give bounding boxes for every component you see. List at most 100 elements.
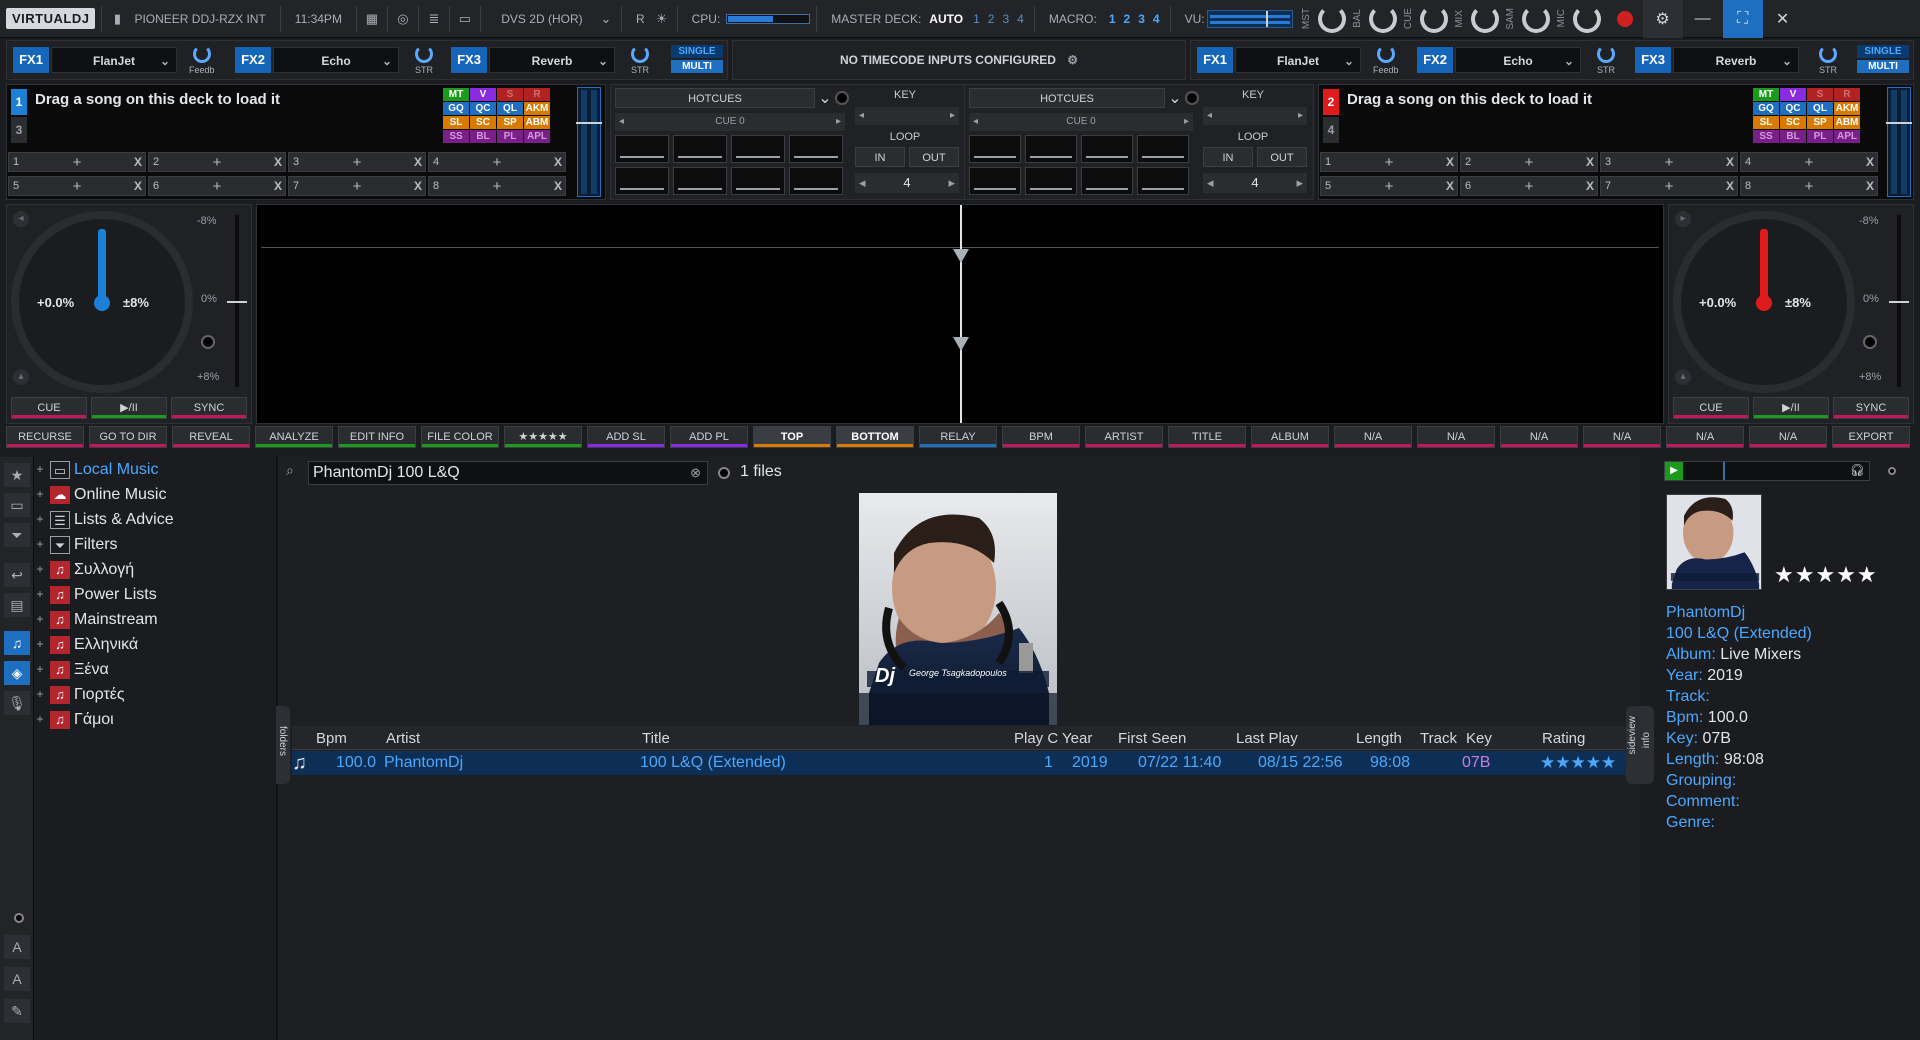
fx2-label-left[interactable]: FX2 <box>235 47 271 73</box>
expand-icon[interactable]: + <box>34 507 46 532</box>
fx2-knob-left[interactable] <box>415 45 433 63</box>
key-grid-cell[interactable]: S <box>497 88 523 101</box>
fx-single-right[interactable]: SINGLE <box>1857 45 1909 58</box>
font-size-up-icon[interactable]: A <box>4 935 30 959</box>
hotcue-pad[interactable]: 3 + X <box>288 152 426 172</box>
key-grid-cell[interactable]: SS <box>1753 130 1779 143</box>
deck1-cue-button[interactable]: CUE <box>11 397 87 419</box>
toolbar-button[interactable]: EXPORT <box>1832 426 1910 448</box>
hotcue-slot[interactable] <box>731 167 785 195</box>
loop-in-right[interactable]: IN <box>1203 147 1253 167</box>
col-length[interactable]: Length <box>1356 728 1402 750</box>
sampler-knob[interactable] <box>1521 4 1550 33</box>
key-grid-cell[interactable]: SC <box>1780 116 1806 129</box>
fx1-knob-left[interactable] <box>193 45 211 63</box>
close-icon[interactable]: ✕ <box>1763 0 1803 38</box>
toolbar-button[interactable]: BOTTOM <box>836 426 914 448</box>
fx3-label-right[interactable]: FX3 <box>1635 47 1671 73</box>
minimize-icon[interactable]: — <box>1683 0 1723 38</box>
hotcue-pad[interactable]: 2 + X <box>148 152 286 172</box>
timecode-gear-icon[interactable]: ⚙ <box>1067 53 1078 67</box>
tree-item[interactable]: + ♫ Γάμοι <box>34 707 278 732</box>
key-grid-cell[interactable]: SS <box>443 130 469 143</box>
font-size-down-icon[interactable]: A <box>4 967 30 991</box>
folders-tab[interactable]: folders <box>276 706 290 784</box>
key-grid-cell[interactable]: QL <box>1807 102 1833 115</box>
col-year[interactable]: Year <box>1062 728 1092 750</box>
fx-multi-right[interactable]: MULTI <box>1857 60 1909 73</box>
clear-search-icon[interactable]: ⊗ <box>690 465 701 481</box>
key-grid-cell[interactable]: S <box>1807 88 1833 101</box>
clear-pad-icon[interactable]: X <box>1863 155 1877 169</box>
hotcue-slot[interactable] <box>673 167 727 195</box>
hotcue-slot[interactable] <box>1025 135 1077 163</box>
hotcue-pad[interactable]: 1 + X <box>8 152 146 172</box>
clear-pad-icon[interactable]: X <box>551 179 565 193</box>
deck1-play-button[interactable]: ▶/II <box>91 397 167 419</box>
maximize-icon[interactable]: ⛶ <box>1722 0 1763 38</box>
hotcue-slot[interactable] <box>1081 167 1133 195</box>
record-icon[interactable] <box>1616 10 1633 27</box>
clear-pad-icon[interactable]: X <box>271 155 285 169</box>
hotcue-pad[interactable]: 7 + X <box>288 176 426 196</box>
hotcue-slot[interactable] <box>1137 135 1189 163</box>
key-grid-cell[interactable]: SC <box>470 116 496 129</box>
toolbar-button[interactable]: ★★★★★ <box>504 426 582 448</box>
fx1-select-right[interactable]: FlanJet ⌄ <box>1235 47 1361 73</box>
loop-out-right[interactable]: OUT <box>1257 147 1307 167</box>
toolbar-button[interactable]: ANALYZE <box>255 426 333 448</box>
tag-icon[interactable]: ◈ <box>4 661 30 685</box>
key-adjust-right[interactable]: ◂ ▸ <box>1203 107 1307 125</box>
col-artist[interactable]: Artist <box>386 728 420 750</box>
toolbar-button[interactable]: N/A <box>1334 426 1412 448</box>
key-grid-cell[interactable]: PL <box>497 130 523 143</box>
expand-icon[interactable]: + <box>34 457 46 482</box>
key-grid-cell[interactable]: GQ <box>443 102 469 115</box>
toolbar-button[interactable]: N/A <box>1749 426 1827 448</box>
key-grid-cell[interactable]: V <box>470 88 496 101</box>
key-grid-cell[interactable]: ABM <box>1834 116 1860 129</box>
layout-select[interactable]: DVS 2D (HOR) <box>487 12 597 26</box>
key-grid-cell[interactable]: BL <box>470 130 496 143</box>
left-dot[interactable] <box>14 913 24 923</box>
deck1-pitch-range[interactable]: ±8% <box>123 295 149 310</box>
master-deck-auto[interactable]: AUTO <box>923 12 969 26</box>
key-grid-cell[interactable]: AKM <box>524 102 550 115</box>
chevron-down-icon[interactable]: ⌄ <box>815 88 835 108</box>
deck1-number[interactable]: 1 <box>11 89 27 115</box>
hotcue-pad[interactable]: 8 + X <box>1740 176 1878 196</box>
hotcue-pad[interactable]: 1 + X <box>1320 152 1458 172</box>
clear-pad-icon[interactable]: X <box>551 155 565 169</box>
deck1-pitch-slider[interactable] <box>227 215 247 387</box>
tree-item[interactable]: + ☰ Lists & Advice <box>34 507 278 532</box>
expand-icon[interactable]: + <box>34 707 46 732</box>
master-volume-knob[interactable] <box>1317 4 1346 33</box>
toolbar-button[interactable]: ARTIST <box>1085 426 1163 448</box>
fx1-select-left[interactable]: FlanJet ⌄ <box>51 47 177 73</box>
balance-knob[interactable] <box>1368 4 1397 33</box>
hotcue-pad[interactable]: 2 + X <box>1460 152 1598 172</box>
expand-icon[interactable]: + <box>34 632 46 657</box>
toolbar-button[interactable]: GO TO DIR <box>89 426 167 448</box>
loop-in-left[interactable]: IN <box>855 147 905 167</box>
star-icon[interactable]: ★ <box>4 463 30 487</box>
deck1-sync-button[interactable]: SYNC <box>171 397 247 419</box>
tree-item[interactable]: + ▭ Local Music <box>34 457 278 482</box>
deck1-forward-icon[interactable]: ▴ <box>13 369 29 385</box>
clear-pad-icon[interactable]: X <box>1583 155 1597 169</box>
tree-item[interactable]: + ☁ Online Music <box>34 482 278 507</box>
waveform-area[interactable] <box>256 204 1664 424</box>
key-adjust-left[interactable]: ◂ ▸ <box>855 107 959 125</box>
fx-single-left[interactable]: SINGLE <box>671 45 723 58</box>
fx3-knob-right[interactable] <box>1819 45 1837 63</box>
toolbar-button[interactable]: RECURSE <box>6 426 84 448</box>
hotcue-pad[interactable]: 4 + X <box>1740 152 1878 172</box>
hotcues-select-right[interactable]: HOTCUES <box>969 88 1165 108</box>
clear-pad-icon[interactable]: X <box>131 179 145 193</box>
hotcue-slot[interactable] <box>789 135 843 163</box>
fx2-select-right[interactable]: Echo ⌄ <box>1455 47 1581 73</box>
back-icon[interactable]: ↩ <box>4 563 30 587</box>
info-tab[interactable]: info <box>1640 706 1654 784</box>
col-key[interactable]: Key <box>1466 728 1492 750</box>
deck2-play-button[interactable]: ▶/II <box>1753 397 1829 419</box>
